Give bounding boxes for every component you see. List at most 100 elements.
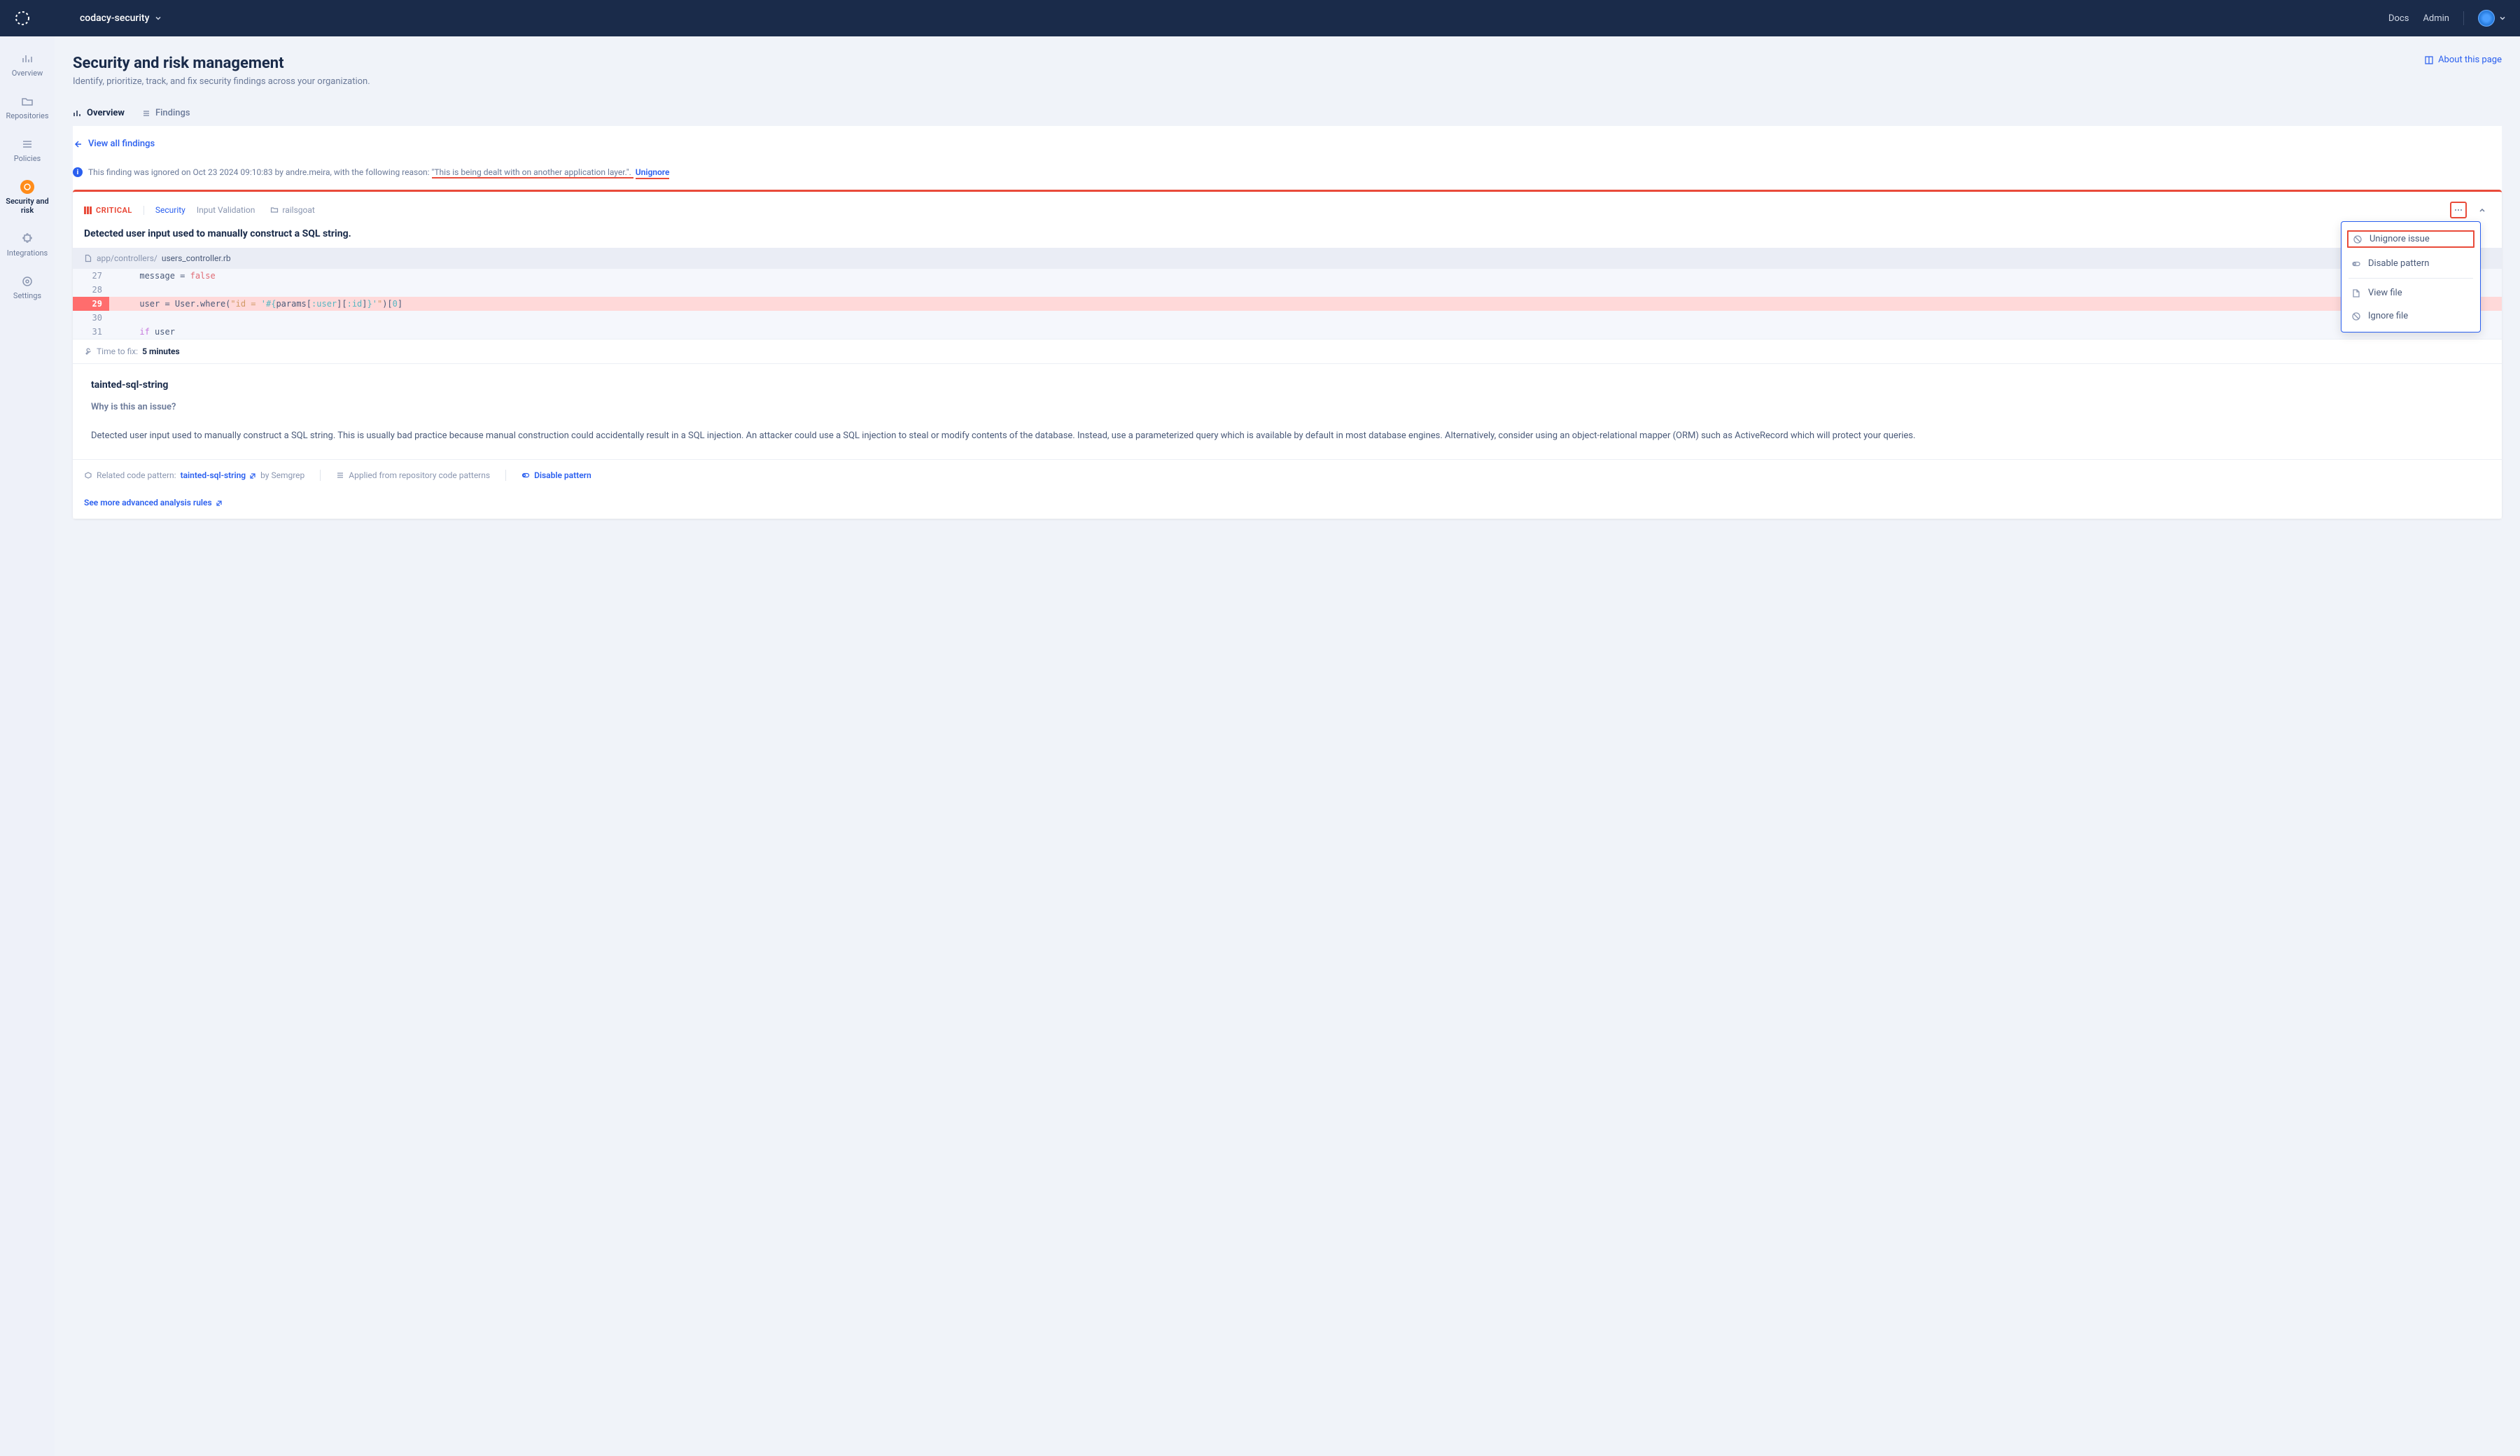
ttf-value: 5 minutes	[142, 346, 180, 356]
disable-pattern-link[interactable]: Disable pattern	[534, 470, 592, 480]
pattern-link[interactable]: tainted-sql-string	[181, 470, 257, 480]
applied-text: Applied from repository code patterns	[349, 470, 490, 480]
repo-name: railsgoat	[282, 205, 314, 215]
tab-label: Findings	[155, 108, 190, 118]
main-content: Security and risk management Identify, p…	[55, 36, 2520, 1456]
category-link[interactable]: Security	[155, 205, 186, 215]
pattern-icon	[84, 471, 92, 479]
page-title: Security and risk management	[73, 55, 370, 72]
divider	[2463, 11, 2464, 25]
more-actions-button[interactable]	[2450, 202, 2467, 218]
line-number: 27	[73, 269, 109, 283]
tab-label: Overview	[87, 108, 125, 118]
dots-icon	[2454, 205, 2463, 215]
user-menu[interactable]	[2478, 10, 2506, 27]
sidebar-item-repositories[interactable]: Repositories	[1, 92, 52, 123]
sidebar-label: Settings	[13, 291, 41, 300]
tab-findings[interactable]: Findings	[141, 108, 190, 125]
about-text: About this page	[2438, 55, 2502, 65]
dropdown-unignore[interactable]: Unignore issue	[2346, 229, 2476, 249]
arrow-left-icon	[73, 139, 83, 149]
puzzle-icon	[20, 232, 34, 246]
chevron-up-icon	[2478, 206, 2486, 214]
toggle-icon	[2351, 259, 2361, 269]
line-number: 28	[73, 283, 109, 297]
repo-tag[interactable]: railsgoat	[270, 205, 314, 215]
wrench-icon	[84, 347, 92, 356]
info-bar: i This finding was ignored on Oct 23 202…	[73, 162, 2502, 190]
toggle-icon	[522, 471, 530, 479]
code-block: 27 message = false 28 29 user = User.whe…	[73, 269, 2502, 339]
dropdown-ignorefile[interactable]: Ignore file	[2342, 304, 2480, 328]
line-number: 30	[73, 311, 109, 325]
rule-description: Detected user input used to manually con…	[91, 429, 2484, 444]
file-path-bar[interactable]: app/controllers/users_controller.rb	[73, 248, 2502, 269]
severity-bars-icon	[84, 206, 92, 214]
folder-icon	[20, 94, 34, 108]
sidebar: Overview Repositories Policies Security …	[0, 36, 55, 1456]
chevron-down-icon	[2499, 15, 2506, 22]
sidebar-label: Overview	[12, 69, 43, 78]
admin-link[interactable]: Admin	[2423, 13, 2449, 24]
book-icon	[2424, 55, 2434, 65]
avatar-icon	[2478, 10, 2495, 27]
sidebar-item-policies[interactable]: Policies	[10, 134, 45, 166]
finding-detail: tainted-sql-string Why is this an issue?…	[73, 363, 2502, 459]
code-line: if user	[109, 325, 175, 339]
external-link-icon	[249, 472, 256, 479]
ttf-label: Time to fix:	[97, 346, 138, 356]
about-page-link[interactable]: About this page	[2424, 55, 2502, 65]
dropdown-disable[interactable]: Disable pattern	[2342, 252, 2480, 275]
dropdown-label: Unignore issue	[2370, 234, 2430, 244]
chart-icon	[20, 52, 34, 66]
advanced-rules-link[interactable]: See more advanced analysis rules	[73, 491, 2502, 519]
back-link[interactable]: View all findings	[73, 139, 2502, 162]
sidebar-item-overview[interactable]: Overview	[8, 49, 48, 80]
ignore-icon	[2351, 312, 2361, 321]
list-icon	[20, 137, 34, 151]
divider	[320, 470, 321, 481]
list-icon	[141, 108, 151, 118]
chevron-down-icon	[155, 15, 162, 22]
docs-link[interactable]: Docs	[2388, 13, 2409, 24]
sidebar-label: Security and risk	[4, 197, 50, 215]
divider	[505, 470, 506, 481]
code-line: message = false	[109, 269, 216, 283]
info-icon: i	[73, 167, 83, 177]
actions-dropdown: Unignore issue Disable pattern View file	[2341, 221, 2481, 332]
back-text: View all findings	[88, 139, 155, 149]
tabs: Overview Findings	[73, 108, 2502, 126]
sidebar-label: Repositories	[6, 111, 48, 120]
logo-icon	[14, 10, 31, 27]
dropdown-label: View file	[2368, 288, 2402, 298]
tab-overview[interactable]: Overview	[73, 108, 125, 125]
file-name: users_controller.rb	[162, 253, 231, 263]
chart-icon	[73, 108, 83, 118]
org-selector[interactable]: codacy-security	[80, 13, 162, 24]
unignore-icon	[2353, 234, 2362, 244]
sidebar-label: Integrations	[7, 248, 48, 258]
code-line: user = User.where("id = '#{params[:user]…	[109, 297, 402, 311]
severity-text: CRITICAL	[96, 206, 132, 215]
finding-title: Detected user input used to manually con…	[73, 228, 2502, 248]
sidebar-item-integrations[interactable]: Integrations	[3, 229, 52, 260]
page-subtitle: Identify, prioritize, track, and fix sec…	[73, 76, 370, 87]
gear-icon	[20, 274, 34, 288]
file-path-prefix: app/controllers/	[97, 253, 158, 263]
line-number: 31	[73, 325, 109, 339]
list-icon	[336, 471, 344, 479]
rule-name: tainted-sql-string	[91, 379, 2484, 391]
ignore-reason: "This is being dealt with on another app…	[432, 167, 634, 178]
collapse-button[interactable]	[2474, 202, 2491, 218]
sidebar-item-settings[interactable]: Settings	[9, 272, 46, 303]
folder-icon	[270, 206, 279, 214]
dropdown-viewfile[interactable]: View file	[2342, 281, 2480, 304]
line-number: 29	[73, 297, 109, 311]
time-to-fix: Time to fix: 5 minutes	[73, 339, 2502, 363]
sidebar-item-security[interactable]: Security and risk	[0, 177, 55, 218]
subcategory-text: Input Validation	[197, 205, 255, 215]
dropdown-separator	[2348, 278, 2473, 279]
unignore-link[interactable]: Unignore	[636, 167, 670, 179]
code-line	[109, 283, 114, 297]
file-icon	[84, 254, 92, 262]
